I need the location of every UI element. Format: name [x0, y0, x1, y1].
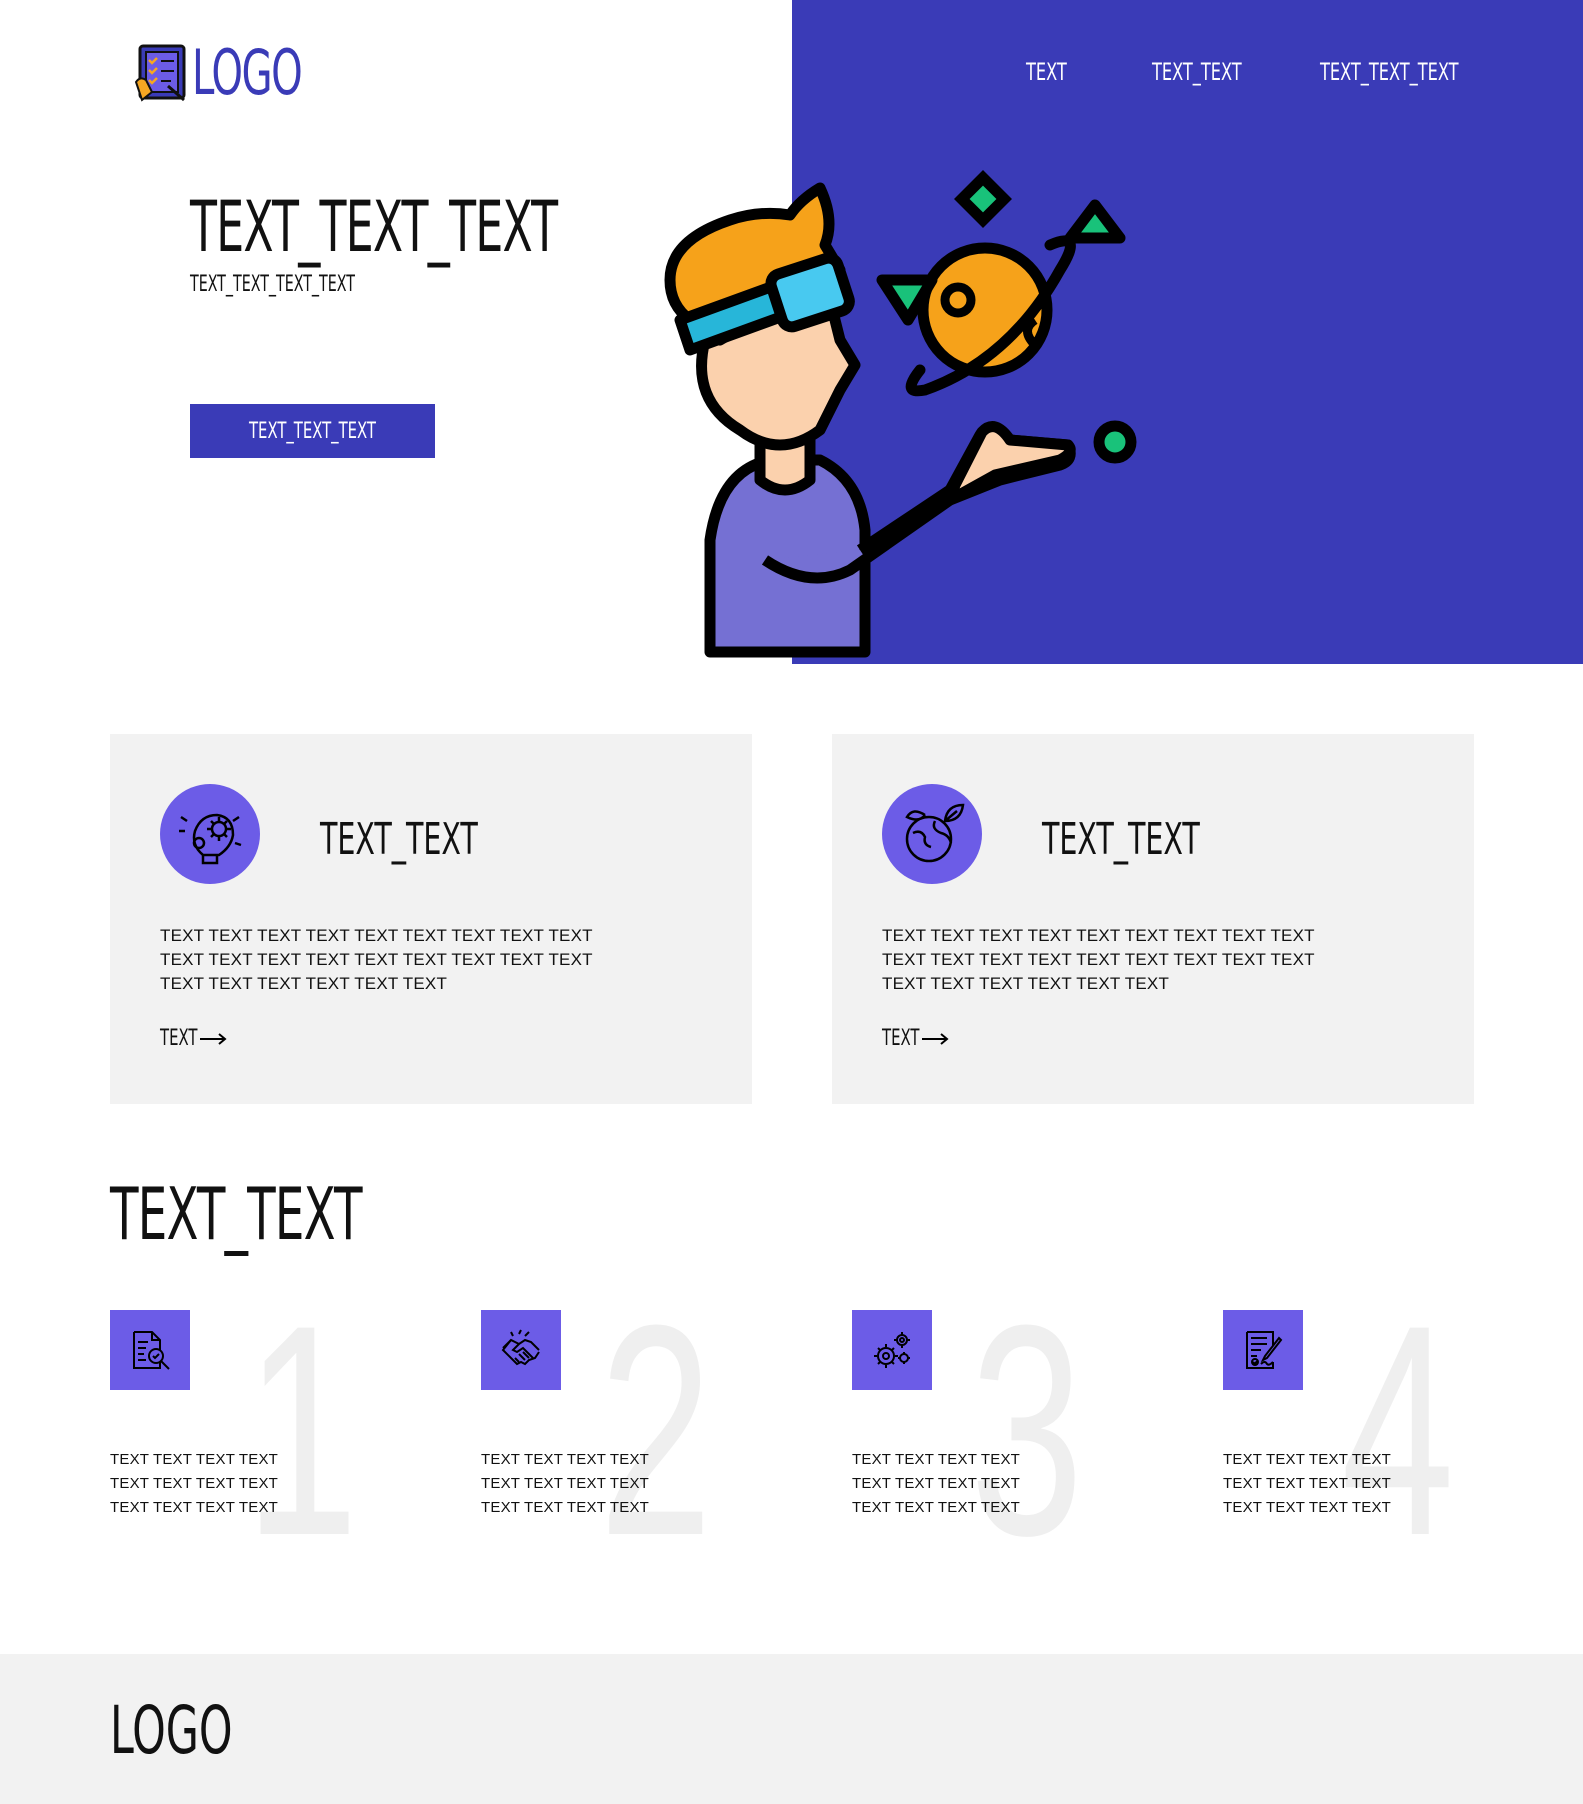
step-text: TEXT TEXT TEXT TEXT TEXT TEXT TEXT TEXT …: [481, 1451, 650, 1516]
step-text: TEXT TEXT TEXT TEXT TEXT TEXT TEXT TEXT …: [1223, 1451, 1392, 1516]
card-link-label: TEXT: [882, 1026, 920, 1051]
globe-leaf-icon: [882, 784, 982, 884]
footer: LOGO: [0, 1654, 1583, 1804]
gears-icon: [852, 1310, 932, 1390]
step-text: TEXT TEXT TEXT TEXT TEXT TEXT TEXT TEXT …: [852, 1451, 1021, 1516]
step-number: 3: [970, 1262, 1084, 1598]
document-search-icon: [110, 1310, 190, 1390]
card-body: TEXT TEXT TEXT TEXT TEXT TEXT TEXT TEXT …: [160, 926, 593, 993]
hero-cta-label: TEXT_TEXT_TEXT: [248, 418, 376, 444]
hero-subtitle: TEXT_TEXT_TEXT_TEXT: [190, 272, 355, 297]
card-link-label: TEXT: [160, 1026, 198, 1051]
card-read-more-link[interactable]: TEXT: [160, 1026, 228, 1051]
arrow-right-icon: [200, 1032, 227, 1045]
checklist-logo-icon: [134, 44, 186, 102]
handshake-icon: [481, 1310, 561, 1390]
vr-explorer-illustration: [664, 170, 1137, 658]
contract-sign-icon: [1223, 1310, 1303, 1390]
nav-item-2[interactable]: TEXT_TEXT: [1152, 58, 1242, 86]
step-number: 1: [245, 1262, 359, 1598]
nav-item-3[interactable]: TEXT_TEXT_TEXT: [1320, 58, 1459, 86]
arrow-right-icon: [922, 1032, 949, 1045]
card-body: TEXT TEXT TEXT TEXT TEXT TEXT TEXT TEXT …: [882, 926, 1315, 993]
hero-cta-button[interactable]: TEXT_TEXT_TEXT: [190, 404, 435, 458]
site-logo[interactable]: LOGO: [134, 36, 344, 109]
hero-title: TEXT_TEXT_TEXT: [190, 186, 558, 268]
step-number: 4: [1341, 1262, 1455, 1598]
step-number: 2: [599, 1262, 713, 1598]
footer-logo[interactable]: LOGO: [110, 1692, 233, 1769]
step-text: TEXT TEXT TEXT TEXT TEXT TEXT TEXT TEXT …: [110, 1451, 279, 1516]
card-title: TEXT_TEXT: [1042, 814, 1200, 865]
step-4: 4 TEXT TEXT TEXT TEXT TEXT TEXT TEXT TEX…: [1223, 1280, 1543, 1580]
card-title: TEXT_TEXT: [320, 814, 478, 865]
card-read-more-link[interactable]: TEXT: [882, 1026, 950, 1051]
section-title: TEXT_TEXT: [110, 1172, 362, 1256]
logo-text: LOGO: [192, 36, 303, 109]
step-2: 2 TEXT TEXT TEXT TEXT TEXT TEXT TEXT TEX…: [481, 1280, 801, 1580]
nav-item-1[interactable]: TEXT: [1026, 58, 1067, 86]
step-3: 3 TEXT TEXT TEXT TEXT TEXT TEXT TEXT TEX…: [852, 1280, 1172, 1580]
idea-gear-icon: [160, 784, 260, 884]
feature-card-1: TEXT_TEXT TEXT TEXT TEXT TEXT TEXT TEXT …: [110, 734, 752, 1104]
step-1: 1 TEXT TEXT TEXT TEXT TEXT TEXT TEXT TEX…: [110, 1280, 430, 1580]
feature-card-2: TEXT_TEXT TEXT TEXT TEXT TEXT TEXT TEXT …: [832, 734, 1474, 1104]
